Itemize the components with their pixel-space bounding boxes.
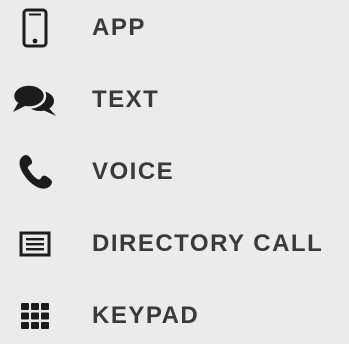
chat-bubbles-icon: [0, 72, 70, 128]
menu-item-label: TEXT: [92, 86, 160, 113]
menu-item-keypad[interactable]: KEYPAD: [0, 288, 349, 344]
directory-list-icon: [0, 216, 70, 272]
menu-item-directory-call[interactable]: DIRECTORY CALL: [0, 216, 349, 272]
keypad-icon: [0, 288, 70, 344]
contact-method-menu: APP TEXT VOICE DIRECTORY CALL KEYPAD: [0, 0, 349, 337]
menu-item-text[interactable]: TEXT: [0, 72, 349, 128]
smartphone-icon: [0, 0, 70, 56]
phone-icon: [0, 144, 70, 200]
menu-item-voice[interactable]: VOICE: [0, 144, 349, 200]
menu-item-app[interactable]: APP: [0, 0, 349, 56]
menu-item-label: DIRECTORY CALL: [92, 230, 324, 257]
menu-item-label: APP: [92, 14, 146, 41]
menu-item-label: KEYPAD: [92, 302, 200, 329]
menu-item-label: VOICE: [92, 158, 175, 185]
